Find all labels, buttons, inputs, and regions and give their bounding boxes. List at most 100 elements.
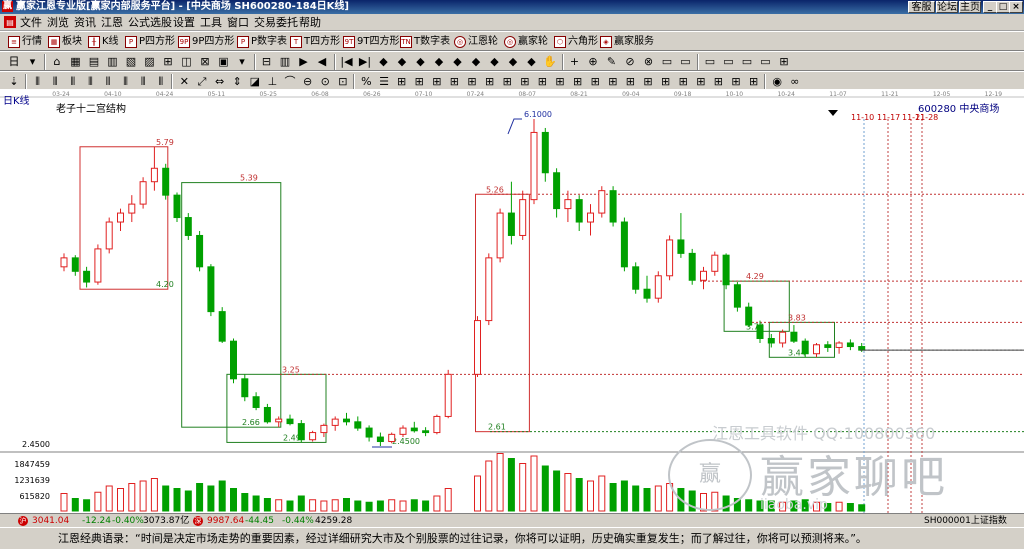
sectors-button[interactable]: ▦ 板块 [48, 34, 82, 50]
gann-wheel-button[interactable]: ◎ 江恩轮 [454, 34, 498, 50]
chart-area[interactable]: 03-24 04-10 04-24 05-11 05-25 06-08 06-26 07-10… [0, 89, 1024, 513]
document-icon[interactable]: ▤ [4, 16, 16, 28]
toolbar2-tool-38-icon[interactable]: ▭ [739, 54, 755, 70]
toolbar3-tool-18-icon[interactable]: ⊡ [335, 74, 351, 90]
toolbar2-tool-3-icon[interactable]: ▦ [68, 54, 84, 70]
quotes-button[interactable]: ≡ 行情 [8, 34, 42, 50]
toolbar2-tool-22-icon[interactable]: ◆ [431, 54, 447, 70]
toolbar2-tool-33-icon[interactable]: ⊗ [641, 54, 657, 70]
toolbar2-tool-8-icon[interactable]: ⊞ [160, 54, 176, 70]
toolbar2-tool-39-icon[interactable]: ▭ [758, 54, 774, 70]
winner-wheel-button[interactable]: ◎ 赢家轮 [504, 34, 548, 50]
toolbar2-tool-10-icon[interactable]: ⊠ [197, 54, 213, 70]
toolbar3-tool-9-icon[interactable]: ✕ [176, 74, 192, 90]
toolbar3-tool-25-icon[interactable]: ⊞ [464, 74, 480, 90]
toolbar3-tool-24-icon[interactable]: ⊞ [446, 74, 462, 90]
toolbar3-tool-33-icon[interactable]: ⊞ [605, 74, 621, 90]
9t-square-button[interactable]: 9T 9T四方形 [343, 34, 399, 50]
toolbar2-tool-23-icon[interactable]: ◆ [450, 54, 466, 70]
market-icon-sz[interactable]: 深 [193, 516, 203, 526]
toolbar3-tool-42-icon[interactable]: ◉ [769, 74, 785, 90]
toolbar3-tool-28-icon[interactable]: ⊞ [517, 74, 533, 90]
toolbar2-tool-12-icon[interactable]: ▾ [234, 54, 250, 70]
p-square-button[interactable]: P P四方形 [125, 34, 175, 50]
toolbar2-tool-27-icon[interactable]: ◆ [524, 54, 540, 70]
toolbar2-tool-5-icon[interactable]: ▥ [105, 54, 121, 70]
toolbar3-tool-11-icon[interactable]: ⇔ [212, 74, 228, 90]
p-number-table-button[interactable]: P P数字表 [237, 34, 287, 50]
toolbar2-tool-34-icon[interactable]: ▭ [659, 54, 675, 70]
toolbar2-tool-0-icon[interactable]: 日 [6, 54, 22, 70]
toolbar3-tool-39-icon[interactable]: ⊞ [710, 74, 726, 90]
toolbar3-tool-30-icon[interactable]: ⊞ [552, 74, 568, 90]
toolbar2-tool-28-icon[interactable]: ✋ [542, 54, 558, 70]
toolbar2-tool-18-icon[interactable]: ▶| [357, 54, 373, 70]
9p-square-button[interactable]: 9P 9P四方形 [178, 34, 234, 50]
menu-help[interactable]: 帮助 [299, 16, 321, 29]
toolbar2-tool-21-icon[interactable]: ◆ [413, 54, 429, 70]
toolbar3-tool-20-icon[interactable]: ☰ [376, 74, 392, 90]
kline-button[interactable]: ╫ K线 [88, 34, 119, 50]
toolbar3-tool-7-icon[interactable]: ⫴ [135, 74, 151, 90]
toolbar2-tool-1-icon[interactable]: ▾ [25, 54, 41, 70]
toolbar2-tool-25-icon[interactable]: ◆ [487, 54, 503, 70]
toolbar3-tool-8-icon[interactable]: ⫴ [153, 74, 169, 90]
toolbar3-tool-40-icon[interactable]: ⊞ [728, 74, 744, 90]
toolbar3-tool-34-icon[interactable]: ⊞ [622, 74, 638, 90]
toolbar3-tool-10-icon[interactable]: ⤢ [194, 74, 210, 90]
menu-trade[interactable]: 交易委托 [254, 16, 298, 29]
toolbar2-tool-16-icon[interactable]: ◀ [314, 54, 330, 70]
close-button[interactable]: × [1009, 1, 1023, 13]
toolbar3-tool-17-icon[interactable]: ⊙ [317, 74, 333, 90]
index-selector[interactable]: SH000001上证指数 [924, 514, 1007, 528]
toolbar3-tool-3-icon[interactable]: ⫴ [65, 74, 81, 90]
toolbar3-tool-26-icon[interactable]: ⊞ [482, 74, 498, 90]
toolbar2-tool-2-icon[interactable]: ⌂ [49, 54, 65, 70]
toolbar2-tool-19-icon[interactable]: ◆ [376, 54, 392, 70]
toolbar2-tool-36-icon[interactable]: ▭ [702, 54, 718, 70]
toolbar3-tool-37-icon[interactable]: ⊞ [675, 74, 691, 90]
toolbar3-tool-4-icon[interactable]: ⫴ [82, 74, 98, 90]
toolbar3-tool-15-icon[interactable]: ⌒ [282, 74, 298, 90]
toolbar3-tool-1-icon[interactable]: ⫴ [30, 74, 46, 90]
toolbar3-tool-13-icon[interactable]: ◪ [247, 74, 263, 90]
homepage-link[interactable]: 主页 [959, 1, 981, 13]
minimize-button[interactable]: _ [983, 1, 997, 13]
customer-service-link[interactable]: 客服 [908, 1, 935, 13]
toolbar3-tool-31-icon[interactable]: ⊞ [570, 74, 586, 90]
toolbar2-tool-37-icon[interactable]: ▭ [721, 54, 737, 70]
menu-settings[interactable]: 设置 [173, 16, 195, 29]
toolbar3-tool-41-icon[interactable]: ⊞ [746, 74, 762, 90]
menu-formula-select[interactable]: 公式选股 [128, 16, 172, 29]
toolbar3-tool-35-icon[interactable]: ⊞ [640, 74, 656, 90]
toolbar3-tool-36-icon[interactable]: ⊞ [658, 74, 674, 90]
toolbar2-tool-32-icon[interactable]: ⊘ [622, 54, 638, 70]
market-icon[interactable]: 沪 [18, 516, 28, 526]
toolbar2-tool-14-icon[interactable]: ▥ [277, 54, 293, 70]
toolbar2-tool-17-icon[interactable]: |◀ [339, 54, 355, 70]
t-number-table-button[interactable]: TN T数字表 [400, 34, 450, 50]
toolbar2-tool-9-icon[interactable]: ◫ [179, 54, 195, 70]
toolbar2-tool-4-icon[interactable]: ▤ [86, 54, 102, 70]
toolbar3-tool-5-icon[interactable]: ⫴ [100, 74, 116, 90]
toolbar3-tool-23-icon[interactable]: ⊞ [429, 74, 445, 90]
hexagon-button[interactable]: ⬡ 六角形 [554, 34, 598, 50]
menu-browse[interactable]: 浏览 [47, 16, 69, 29]
toolbar2-tool-13-icon[interactable]: ⊟ [259, 54, 275, 70]
toolbar3-tool-21-icon[interactable]: ⊞ [394, 74, 410, 90]
toolbar3-tool-22-icon[interactable]: ⊞ [411, 74, 427, 90]
toolbar2-tool-15-icon[interactable]: ▶ [296, 54, 312, 70]
toolbar3-tool-32-icon[interactable]: ⊞ [587, 74, 603, 90]
toolbar2-tool-11-icon[interactable]: ▣ [216, 54, 232, 70]
toolbar2-tool-31-icon[interactable]: ✎ [604, 54, 620, 70]
toolbar2-tool-7-icon[interactable]: ▨ [142, 54, 158, 70]
toolbar3-tool-12-icon[interactable]: ⇕ [229, 74, 245, 90]
menu-window[interactable]: 窗口 [227, 16, 249, 29]
menu-news[interactable]: 资讯 [74, 16, 96, 29]
toolbar2-tool-26-icon[interactable]: ◆ [505, 54, 521, 70]
toolbar2-tool-6-icon[interactable]: ▧ [123, 54, 139, 70]
maximize-button[interactable]: □ [996, 1, 1010, 13]
menu-file[interactable]: 文件 [20, 16, 42, 29]
toolbar3-tool-16-icon[interactable]: ⊖ [300, 74, 316, 90]
t-square-button[interactable]: T T四方形 [290, 34, 340, 50]
